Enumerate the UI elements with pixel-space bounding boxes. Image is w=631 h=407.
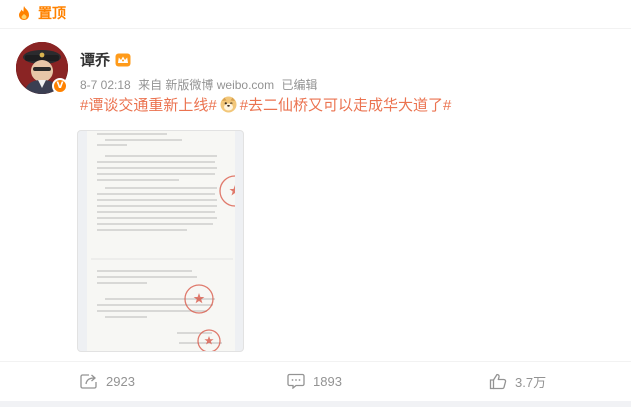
action-bar: 2923 1893 3.7万 (0, 366, 631, 396)
document-scan-image (87, 131, 235, 351)
member-crown-icon[interactable] (115, 53, 131, 67)
like-thumb-icon (489, 373, 507, 389)
pin-flame-icon (19, 6, 29, 20)
author-row: 谭乔 (80, 49, 131, 70)
topic-link[interactable]: #谭谈交通重新上线# (80, 97, 217, 114)
author-name[interactable]: 谭乔 (80, 49, 110, 70)
doge-emoji-icon (220, 96, 237, 113)
divider (0, 28, 631, 29)
comment-icon (287, 373, 305, 389)
pinned-label: 置顶 (38, 5, 66, 21)
repost-count: 2923 (106, 373, 135, 389)
pinned-header: 置顶 (16, 2, 66, 24)
post-time[interactable]: 8-7 02:18 (80, 78, 131, 92)
repost-button[interactable]: 2923 (80, 366, 135, 396)
divider (0, 361, 631, 362)
like-button[interactable]: 3.7万 (489, 366, 546, 396)
edited-label[interactable]: 已编辑 (281, 78, 317, 92)
post-text: #谭谈交通重新上线# #去二仙桥又可以走成华大道了# (80, 96, 451, 116)
like-count: 3.7万 (515, 374, 547, 390)
topic-link[interactable]: #去二仙桥又可以走成华大道了# (240, 97, 452, 114)
comment-button[interactable]: 1893 (287, 366, 342, 396)
comment-count: 1893 (313, 373, 342, 389)
post-image-thumbnail[interactable] (77, 130, 244, 352)
post-meta: 8-7 02:18 来自 新版微博 weibo.com 已编辑 (80, 76, 321, 93)
repost-icon (80, 374, 97, 389)
post-source: 来自 新版微博 weibo.com (138, 78, 275, 92)
verified-v-icon: V (52, 78, 68, 94)
feed-separator (0, 401, 631, 407)
